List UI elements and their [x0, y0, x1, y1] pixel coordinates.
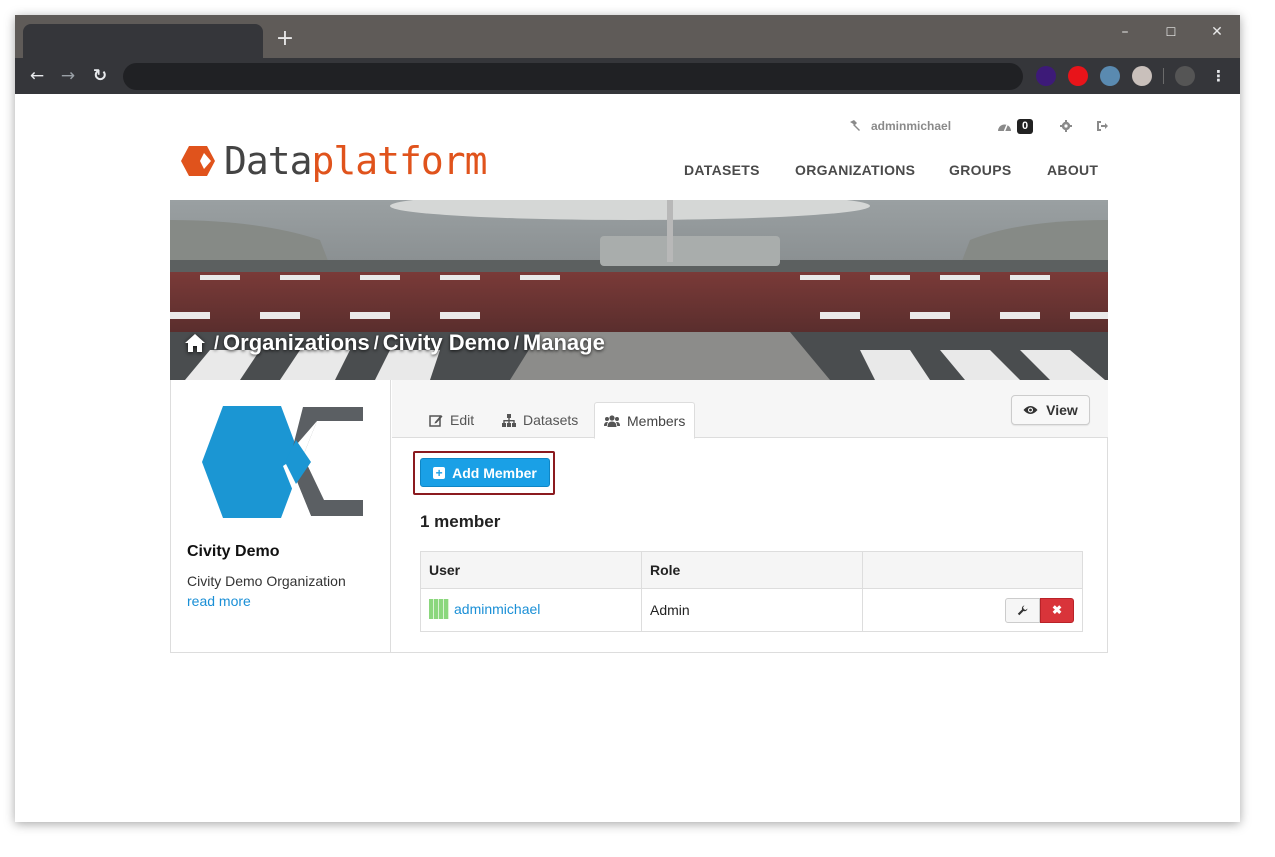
- notification-badge: 0: [1017, 118, 1034, 134]
- hero-banner: / Organizations / Civity Demo / Manage: [170, 200, 1108, 380]
- new-tab-button[interactable]: +: [275, 28, 295, 50]
- plus-square-icon: +: [433, 466, 446, 479]
- tab-edit-label: Edit: [450, 412, 475, 428]
- breadcrumb-separator: /: [373, 332, 379, 353]
- gear-icon: [1060, 120, 1072, 132]
- hammer-icon: [850, 120, 860, 131]
- member-role-cell: Admin: [641, 588, 863, 632]
- nav-organizations[interactable]: ORGANIZATIONS: [795, 162, 915, 182]
- member-actions-cell: ✖: [862, 588, 1083, 632]
- logout-link[interactable]: [1096, 118, 1109, 134]
- delete-member-button[interactable]: ✖: [1040, 597, 1074, 623]
- breadcrumb-organizations[interactable]: Organizations: [223, 330, 370, 356]
- nav-groups[interactable]: GROUPS: [949, 162, 1011, 182]
- account-user[interactable]: adminmichael: [848, 118, 951, 134]
- organization-logo[interactable]: [199, 404, 363, 520]
- browser-toolbar: ← → ↻ ⋮: [15, 58, 1240, 94]
- organization-title: Civity Demo: [187, 543, 280, 560]
- sign-out-icon: [1097, 121, 1108, 131]
- nav-datasets[interactable]: DATASETS: [684, 162, 760, 182]
- column-header-actions: [862, 551, 1083, 589]
- maximize-icon[interactable]: ☐: [1159, 21, 1183, 43]
- reload-icon[interactable]: ↻: [88, 64, 112, 88]
- tab-datasets[interactable]: Datasets: [493, 402, 587, 438]
- home-icon[interactable]: [184, 333, 206, 353]
- column-header-user: User: [420, 551, 642, 589]
- member-user-cell: adminmichael: [420, 588, 642, 632]
- settings-link[interactable]: [1060, 118, 1072, 134]
- back-icon[interactable]: ←: [25, 64, 49, 88]
- dashboard-link[interactable]: 0: [997, 118, 1034, 134]
- extension-icon[interactable]: [1036, 66, 1056, 86]
- logo-text: Dataplatform: [224, 138, 488, 184]
- breadcrumb-civity-demo[interactable]: Civity Demo: [383, 330, 510, 356]
- extension-icon[interactable]: [1068, 66, 1088, 86]
- address-bar[interactable]: [123, 63, 1023, 90]
- nav-about[interactable]: ABOUT: [1047, 162, 1098, 182]
- dashboard-icon: [998, 124, 1011, 132]
- logo-text-part2: platform: [311, 139, 488, 183]
- breadcrumb: / Organizations / Civity Demo / Manage: [184, 330, 605, 356]
- edit-icon: [429, 414, 443, 427]
- group-icon: [604, 414, 620, 427]
- member-username: adminmichael: [454, 600, 541, 617]
- logo-text-part1: Data: [224, 139, 313, 183]
- manage-panel: Edit Datasets Members View + Add Member …: [392, 380, 1108, 652]
- tab-edit[interactable]: Edit: [420, 402, 483, 438]
- content-wrapper: Civity Demo Civity Demo Organization rea…: [170, 380, 1108, 653]
- table-header-row: User Role: [420, 551, 1083, 589]
- wrench-icon: [1017, 605, 1028, 615]
- breadcrumb-separator: /: [214, 332, 220, 353]
- site-logo[interactable]: Dataplatform: [180, 138, 488, 184]
- edit-member-button[interactable]: [1005, 597, 1040, 623]
- menu-icon[interactable]: ⋮: [1211, 65, 1226, 87]
- web-page: adminmichael 0 Dataplatform DATASETS ORG…: [15, 94, 1240, 822]
- column-header-role: Role: [641, 551, 863, 589]
- close-icon[interactable]: ✕: [1205, 21, 1229, 43]
- add-member-label: Add Member: [452, 464, 537, 481]
- times-icon: ✖: [1051, 603, 1063, 617]
- browser-tab[interactable]: [23, 24, 263, 58]
- organization-sidebar: Civity Demo Civity Demo Organization rea…: [171, 380, 391, 652]
- tab-members[interactable]: Members: [594, 402, 696, 439]
- extension-icon[interactable]: [1100, 66, 1120, 86]
- avatar: [429, 598, 449, 619]
- breadcrumb-manage[interactable]: Manage: [523, 330, 605, 356]
- forward-icon[interactable]: →: [56, 64, 80, 88]
- tab-datasets-label: Datasets: [523, 412, 579, 428]
- breadcrumb-separator: /: [513, 332, 519, 353]
- add-member-button[interactable]: + Add Member: [420, 458, 550, 487]
- members-table: User Role adminmichael Admin ✖: [420, 551, 1083, 632]
- table-row: adminmichael Admin ✖: [420, 588, 1083, 632]
- extension-icon[interactable]: [1132, 66, 1152, 86]
- profile-avatar[interactable]: [1175, 66, 1195, 86]
- eye-icon: [1023, 406, 1038, 414]
- sitemap-icon: [502, 413, 516, 427]
- view-button-label: View: [1046, 402, 1078, 418]
- read-more-link[interactable]: read more: [187, 593, 251, 609]
- logo-mark-icon: [181, 146, 215, 176]
- view-button[interactable]: View: [1011, 395, 1090, 425]
- browser-window: + – ☐ ✕ ← → ↻ ⋮ adminmichael 0 Dataplatf…: [15, 15, 1240, 822]
- member-count: 1 member: [420, 512, 501, 531]
- toolbar-divider: [1163, 68, 1164, 84]
- page-header: Edit Datasets Members View: [392, 380, 1108, 439]
- tab-strip: + – ☐ ✕: [15, 15, 1240, 58]
- tab-members-label: Members: [627, 412, 686, 429]
- minimize-icon[interactable]: –: [1113, 21, 1137, 43]
- member-user-link[interactable]: adminmichael: [429, 598, 541, 619]
- account-username[interactable]: adminmichael: [871, 119, 951, 133]
- organization-description: Civity Demo Organization: [187, 573, 346, 589]
